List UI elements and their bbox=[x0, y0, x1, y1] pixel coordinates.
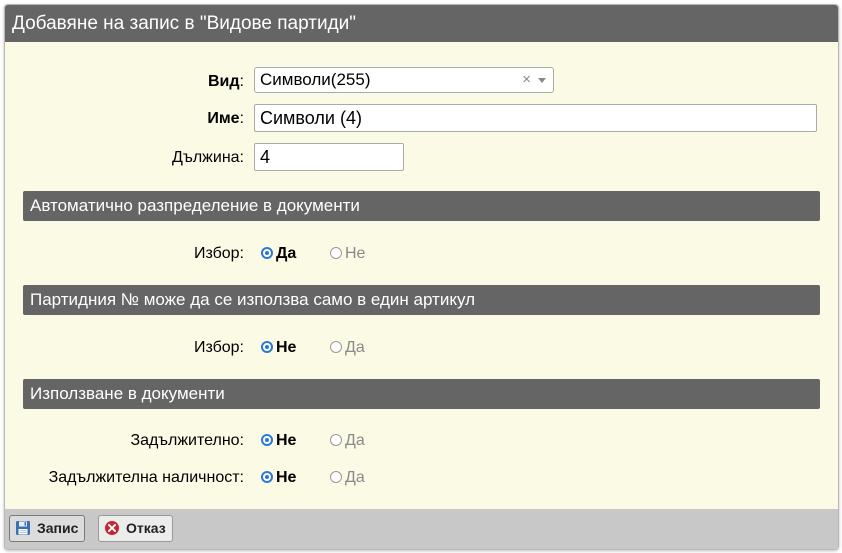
clear-icon[interactable]: × bbox=[522, 68, 531, 92]
chevron-down-icon[interactable] bbox=[538, 78, 546, 83]
save-button-label: Запис bbox=[37, 520, 79, 536]
name-row: Име: bbox=[5, 104, 838, 134]
radio-no[interactable]: Не bbox=[330, 239, 365, 269]
choice-label: Избор: bbox=[193, 245, 244, 262]
name-input[interactable] bbox=[254, 104, 817, 132]
cancel-button-label: Отказ bbox=[126, 520, 166, 536]
section-document-usage: Използване в документи bbox=[23, 379, 820, 409]
floppy-disk-icon bbox=[16, 521, 30, 535]
type-select[interactable]: Символи(255) × bbox=[254, 67, 554, 93]
auto-distribution-row: Избор: Да Не bbox=[5, 239, 838, 269]
save-button[interactable]: Запис bbox=[9, 515, 86, 542]
radio-checked-icon bbox=[261, 471, 273, 483]
radio-unchecked-icon bbox=[330, 471, 342, 483]
name-label: Име: bbox=[207, 110, 244, 127]
radio-no[interactable]: Не bbox=[261, 333, 296, 363]
dialog-title: Добавяне на запис в "Видове партиди" bbox=[5, 5, 838, 42]
radio-no[interactable]: Не bbox=[261, 463, 296, 493]
radio-unchecked-icon bbox=[330, 341, 342, 353]
single-article-row: Избор: Не Да bbox=[5, 333, 838, 363]
type-row: Вид: Символи(255) × bbox=[5, 67, 838, 97]
length-row: Дължина: bbox=[5, 143, 838, 173]
length-input[interactable] bbox=[254, 143, 404, 171]
choice-label: Избор: bbox=[193, 339, 244, 356]
radio-yes[interactable]: Да bbox=[330, 333, 365, 363]
section-auto-distribution: Автоматично разпределение в документи bbox=[23, 191, 820, 221]
mandatory-row: Задължително: Не Да bbox=[5, 426, 838, 456]
type-label: Вид: bbox=[208, 73, 244, 90]
radio-no[interactable]: Не bbox=[261, 426, 296, 456]
radio-yes[interactable]: Да bbox=[330, 426, 365, 456]
type-select-value: Символи(255) bbox=[260, 70, 371, 89]
mandatory-label: Задължително: bbox=[130, 432, 244, 449]
radio-checked-icon bbox=[261, 247, 273, 259]
cancel-button[interactable]: Отказ bbox=[98, 515, 173, 542]
mandatory-stock-row: Задължителна наличност: Не Да bbox=[5, 463, 838, 493]
radio-checked-icon bbox=[261, 434, 273, 446]
section-single-article: Партидния № може да се използва само в е… bbox=[23, 285, 820, 315]
length-label: Дължина: bbox=[172, 149, 244, 166]
dialog: Добавяне на запис в "Видове партиди" Вид… bbox=[4, 4, 839, 550]
cancel-circle-icon bbox=[105, 521, 119, 535]
mandatory-stock-label: Задължителна наличност: bbox=[48, 469, 244, 486]
radio-yes[interactable]: Да bbox=[330, 463, 365, 493]
radio-yes[interactable]: Да bbox=[261, 239, 296, 269]
radio-unchecked-icon bbox=[330, 247, 342, 259]
dialog-footer: Запис Отказ bbox=[5, 509, 838, 549]
radio-checked-icon bbox=[261, 341, 273, 353]
radio-unchecked-icon bbox=[330, 434, 342, 446]
